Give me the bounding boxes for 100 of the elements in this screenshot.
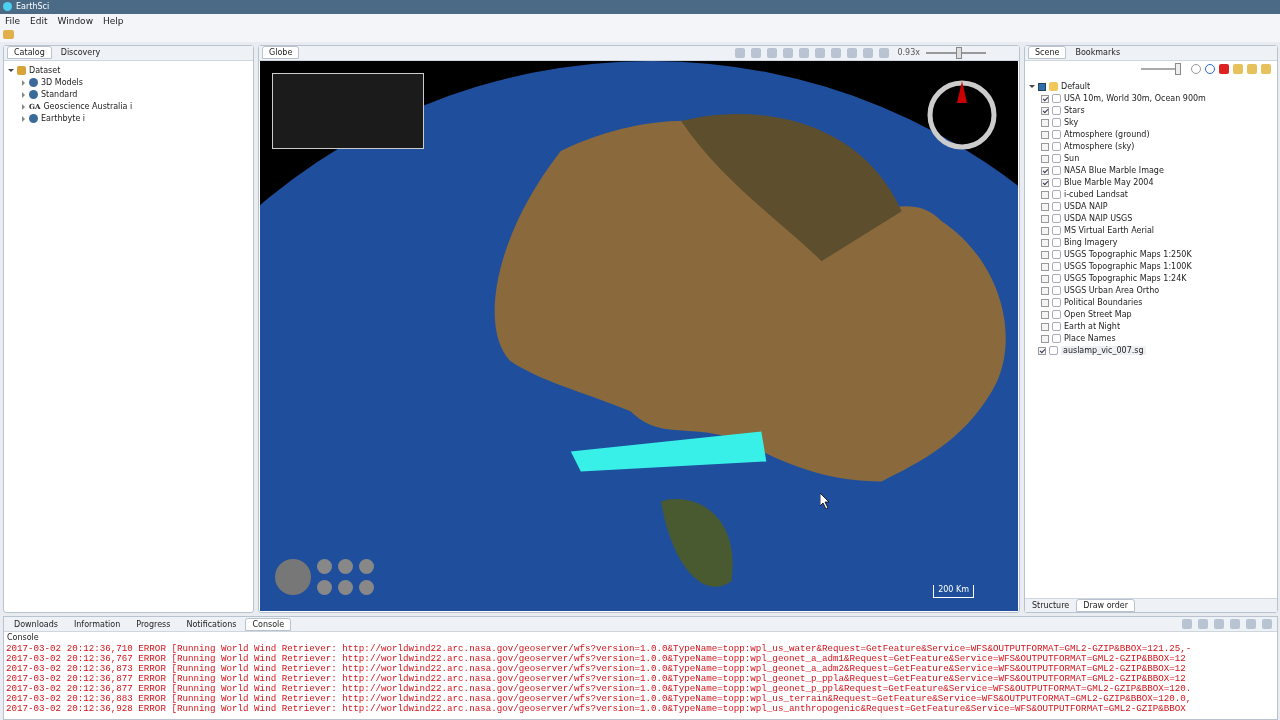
tree-item[interactable]: 3D Models xyxy=(41,78,83,88)
toolbar-icon[interactable] xyxy=(1230,619,1240,630)
checkbox[interactable] xyxy=(1041,274,1049,283)
layer-item[interactable]: Atmosphere (sky) xyxy=(1064,142,1135,152)
checkbox[interactable] xyxy=(1041,106,1049,115)
panel-tab[interactable]: Scene xyxy=(1028,46,1067,60)
world-minimap[interactable] xyxy=(272,72,424,149)
tree-item[interactable]: Geoscience Australia i xyxy=(43,102,133,112)
menu-item[interactable]: Help xyxy=(103,15,124,26)
toolbar-icon[interactable] xyxy=(767,47,778,58)
toolbar-icon[interactable] xyxy=(783,47,794,58)
panel-tab[interactable]: Progress xyxy=(129,617,178,631)
menu-item[interactable]: Window xyxy=(57,15,93,26)
tree-item[interactable]: Standard xyxy=(41,90,78,100)
layer-item[interactable]: Sun xyxy=(1064,154,1080,164)
checkbox[interactable] xyxy=(1041,130,1049,139)
layer-item[interactable]: Atmosphere (ground) xyxy=(1064,130,1150,140)
checkbox[interactable] xyxy=(1038,82,1046,91)
panel-tab[interactable]: Globe xyxy=(262,46,300,60)
delete-icon[interactable] xyxy=(1219,63,1229,74)
layer-item[interactable]: Bing Imagery xyxy=(1064,238,1118,248)
layer-item[interactable]: USGS Urban Area Ortho xyxy=(1064,286,1160,296)
checkbox[interactable] xyxy=(1041,298,1049,307)
menu-item[interactable]: File xyxy=(5,15,21,26)
checkbox[interactable] xyxy=(1041,238,1049,247)
mouse-pointer-icon xyxy=(820,492,830,509)
layer-item[interactable]: Stars xyxy=(1064,106,1085,116)
import-icon[interactable] xyxy=(1261,63,1271,74)
checkbox[interactable] xyxy=(1041,334,1049,343)
checkbox[interactable] xyxy=(1041,166,1049,175)
zoom-reading: 0.93x xyxy=(897,48,920,58)
scale-label: 200 Km xyxy=(938,585,969,595)
checkbox[interactable] xyxy=(1041,262,1049,271)
toolbar-icon[interactable] xyxy=(799,47,810,58)
compass-icon[interactable] xyxy=(926,78,998,151)
layer-item[interactable]: MS Virtual Earth Aerial xyxy=(1064,226,1155,236)
toolbar-icon[interactable] xyxy=(847,47,858,58)
layer-item[interactable]: Place Names xyxy=(1064,334,1116,344)
checkbox[interactable] xyxy=(1041,190,1049,199)
toolbar-icon[interactable] xyxy=(815,47,826,58)
checkbox[interactable] xyxy=(1041,310,1049,319)
toolbar-icon[interactable] xyxy=(1198,619,1208,630)
checkbox[interactable] xyxy=(1041,250,1049,259)
checkbox[interactable] xyxy=(1041,322,1049,331)
tree-item[interactable]: Earthbyte i xyxy=(41,114,86,124)
checkbox[interactable] xyxy=(1041,226,1049,235)
export-icon[interactable] xyxy=(1247,63,1257,74)
layer-item[interactable]: USDA NAIP USGS xyxy=(1064,214,1133,224)
toolbar-icon[interactable] xyxy=(831,47,842,58)
slider-thumb[interactable] xyxy=(956,46,962,59)
panel-tab[interactable]: Draw order xyxy=(1076,599,1135,613)
layer-item[interactable]: USGS Topographic Maps 1:250K xyxy=(1064,250,1192,260)
window-title: EarthSci xyxy=(16,2,50,12)
toolbar-icon[interactable] xyxy=(1246,619,1256,630)
checkbox[interactable] xyxy=(1041,154,1049,163)
panel-tab[interactable]: Discovery xyxy=(53,46,108,60)
layer-item[interactable]: Blue Marble May 2004 xyxy=(1064,178,1154,188)
layer-item[interactable]: USDA NAIP xyxy=(1064,202,1108,212)
slider-thumb[interactable] xyxy=(1175,62,1181,75)
folder-icon xyxy=(1049,82,1058,92)
toolbar-icon[interactable] xyxy=(735,47,746,58)
layer-item[interactable]: USA 10m, World 30m, Ocean 900m xyxy=(1064,94,1206,104)
checkbox[interactable] xyxy=(1041,118,1049,127)
layer-item[interactable]: i-cubed Landsat xyxy=(1064,190,1128,200)
checkbox[interactable] xyxy=(1041,286,1049,295)
tree-item[interactable]: Dataset xyxy=(29,66,61,76)
panel-tab[interactable]: Bookmarks xyxy=(1068,46,1128,60)
toolbar-icon[interactable] xyxy=(863,47,874,58)
toolbar-icon[interactable] xyxy=(1182,619,1192,630)
layer-item[interactable]: Earth at Night xyxy=(1064,322,1121,332)
globe-view[interactable]: 200 Km xyxy=(260,60,1018,612)
checkbox[interactable] xyxy=(1041,202,1049,211)
checkbox[interactable] xyxy=(1041,94,1049,103)
app-icon xyxy=(3,2,12,12)
panel-tab[interactable]: Information xyxy=(66,617,128,631)
toolbar-icon[interactable] xyxy=(1214,619,1224,630)
checkbox[interactable] xyxy=(1038,346,1046,355)
panel-tab[interactable]: Notifications xyxy=(179,617,244,631)
panel-tab[interactable]: Structure xyxy=(1025,599,1077,613)
layer-item[interactable]: USGS Topographic Maps 1:24K xyxy=(1064,274,1187,284)
panel-tab[interactable]: Catalog xyxy=(7,46,52,60)
panel-tab[interactable]: Downloads xyxy=(7,617,65,631)
toolbar-icon[interactable] xyxy=(751,47,762,58)
console-line: 2017-03-02 20:12:36,873 ERROR [Running World Wind Retriever: http://worldwind22.arc.nasa.gov/geoserver/wfs?version=1.0.0&TypeName=topp:wpl_geonet_a_adm2&Request=GetFeature&Service=WFS&OUTPUTFORMAT=GML2-GZIP&BBOX=12 xyxy=(6,664,1187,675)
layer-item[interactable]: auslamp_vic_007.sg xyxy=(1061,346,1146,356)
layer-item[interactable]: USGS Topographic Maps 1:100K xyxy=(1064,262,1192,272)
console-line: 2017-03-02 20:12:36,710 ERROR [Running World Wind Retriever: http://worldwind22.arc.nasa.gov/geoserver/wfs?version=1.0.0&TypeName=topp:wpl_us_water&Request=GetFeature&Service=WFS&OUTPUTFORMAT=GML2-GZIP&BBOX=121.25,- xyxy=(6,644,1193,655)
checkbox[interactable] xyxy=(1041,178,1049,187)
toolbar-icon[interactable] xyxy=(879,47,890,58)
checkbox[interactable] xyxy=(1041,214,1049,223)
layer-item[interactable]: Political Boundaries xyxy=(1064,298,1143,308)
layer-item[interactable]: Default xyxy=(1061,82,1091,92)
toolbar-icon[interactable] xyxy=(1262,619,1272,630)
folder-icon[interactable] xyxy=(3,30,14,40)
layer-item[interactable]: Open Street Map xyxy=(1064,310,1132,320)
layer-item[interactable]: Sky xyxy=(1064,118,1079,128)
menu-item[interactable]: Edit xyxy=(30,15,48,26)
layer-item[interactable]: NASA Blue Marble Image xyxy=(1064,166,1164,176)
checkbox[interactable] xyxy=(1041,142,1049,151)
panel-tab[interactable]: Console xyxy=(245,617,292,631)
